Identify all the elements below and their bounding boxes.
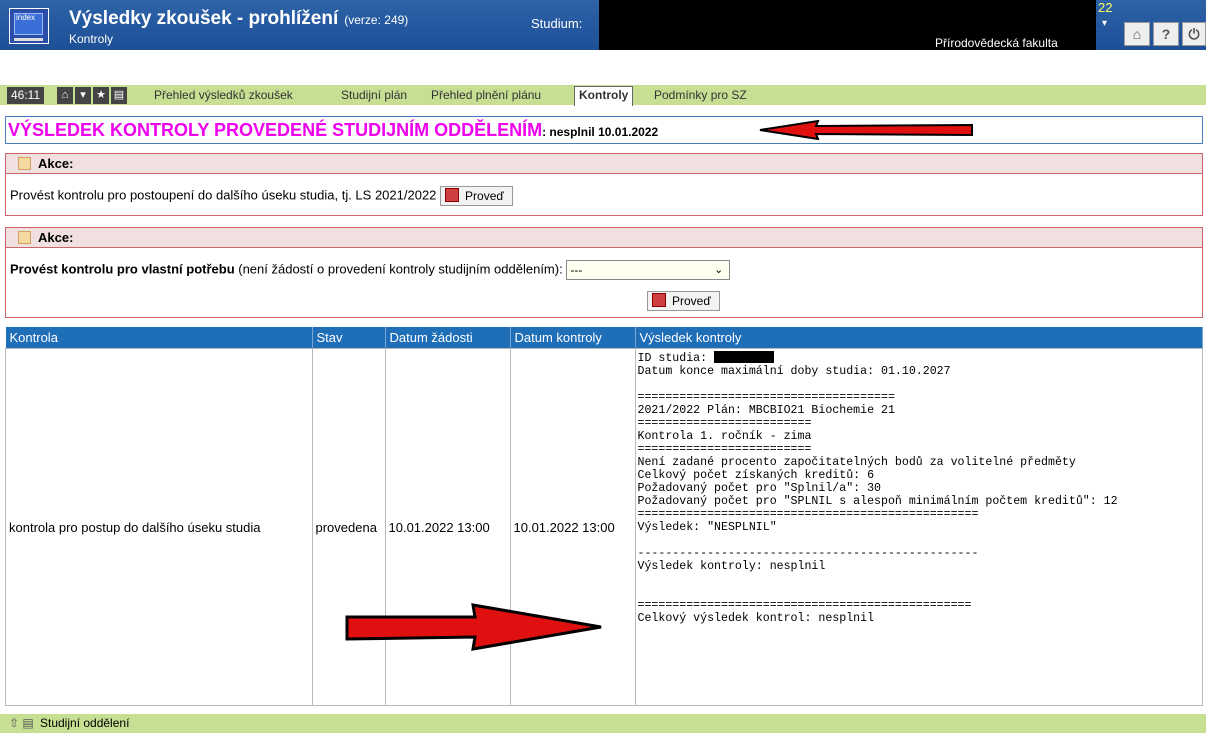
run-icon (652, 293, 666, 307)
collapse-icon[interactable] (18, 157, 31, 170)
home-icon[interactable]: ⌂ (1124, 22, 1150, 46)
page-title: Výsledky zkoušek - prohlížení (verze: 249… (69, 8, 409, 29)
collapse-icon[interactable] (18, 231, 31, 244)
footer-label: Studijní oddělení (40, 716, 130, 730)
version-label: (verze: 249) (344, 13, 409, 27)
col-kontrola: Kontrola (5, 327, 313, 349)
session-timer: 46:11 (7, 87, 45, 104)
help-icon[interactable]: ? (1153, 22, 1179, 46)
tab-podminky-sz[interactable]: Podmínky pro SZ (654, 87, 747, 104)
provest-button-1[interactable]: Proveď (440, 186, 513, 206)
result-text: Datum konce maximální doby studia: 01.10… (637, 365, 1118, 625)
tab-prehled-vysledku[interactable]: Přehled výsledků zkoušek (154, 87, 293, 104)
kontrola-select[interactable]: --- ⌄ (566, 260, 731, 280)
col-datum-zadosti: Datum žádosti (385, 327, 511, 349)
year-fragment: 22 (1098, 0, 1113, 15)
cell-kontrola: kontrola pro postup do dalšího úseku stu… (5, 348, 313, 706)
logout-icon[interactable]: ⏻ (1182, 22, 1206, 46)
tab-prehled-plneni[interactable]: Přehled plnění plánu (431, 87, 541, 104)
banner-heading: VÝSLEDEK KONTROLY PROVEDENÉ STUDIJNÍM OD… (8, 120, 543, 140)
index-logo: index (9, 8, 49, 44)
action-title: Akce: (38, 230, 74, 245)
banner-result: : nesplnil 10.01.2022 (542, 125, 659, 139)
col-vysledek: Výsledek kontroly (635, 327, 1203, 349)
chevron-down-icon[interactable]: ▾ (1102, 18, 1107, 29)
action2-text: (není žádostí o provedení kontroly studi… (234, 261, 563, 277)
page-subtitle: Kontroly (69, 32, 114, 46)
action-box-2: Akce: Provést kontrolu pro vlastní potře… (5, 227, 1203, 318)
studium-label: Studium: (531, 16, 583, 31)
action2-text-bold: Provést kontrolu pro vlastní potřebu (10, 261, 235, 277)
footer-bar: ⇧ ▤ Studijní oddělení (0, 714, 1206, 733)
tab-studijni-plan[interactable]: Studijní plán (341, 87, 407, 104)
cell-vysledek: ID studia: Datum konce maximální doby st… (634, 348, 1203, 706)
action1-text: Provést kontrolu pro postoupení do další… (10, 187, 437, 203)
col-datum-kontroly: Datum kontroly (510, 327, 636, 349)
app-header: index Výsledky zkoušek - prohlížení (verz… (0, 0, 1206, 50)
col-stav: Stav (312, 327, 386, 349)
up-print-icon[interactable]: ⇧ ▤ (9, 714, 34, 733)
right-arrow-annotation (345, 603, 602, 651)
tab-kontroly[interactable]: Kontroly (574, 86, 634, 106)
download-icon[interactable]: ▾ (75, 87, 91, 104)
print-icon[interactable]: ▤ (111, 87, 127, 104)
action-box-1: Akce: Provést kontrolu pro postoupení do… (5, 153, 1203, 216)
run-icon (445, 188, 460, 202)
provest-button-2[interactable]: Proveď (647, 291, 720, 311)
star-icon[interactable]: ★ (93, 87, 109, 104)
chevron-down-icon: ⌄ (714, 264, 724, 276)
result-banner: VÝSLEDEK KONTROLY PROVEDENÉ STUDIJNÍM OD… (5, 116, 1203, 144)
faculty-label: Přírodovědecká fakulta (935, 36, 1058, 50)
home-nav-icon[interactable]: ⌂ (57, 87, 73, 104)
left-arrow-annotation (759, 120, 973, 140)
action-title: Akce: (38, 156, 74, 171)
redacted-id (714, 351, 775, 363)
